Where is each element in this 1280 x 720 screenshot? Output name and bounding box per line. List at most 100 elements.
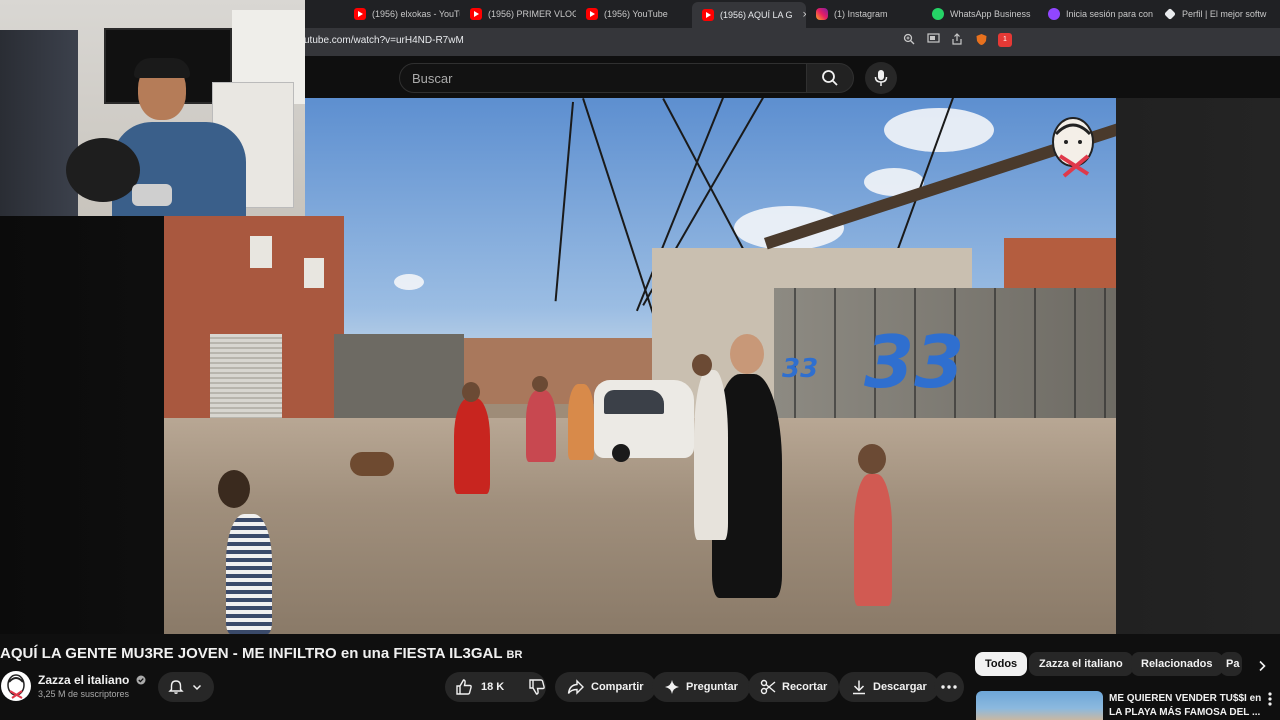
building-window bbox=[250, 236, 272, 268]
tab-current-video[interactable]: (1956) AQUÍ LA G × bbox=[692, 2, 806, 28]
person-head bbox=[218, 470, 250, 508]
share-icon[interactable] bbox=[950, 33, 964, 47]
share-button[interactable]: Compartir bbox=[555, 672, 656, 702]
extension-shield-icon[interactable] bbox=[974, 33, 988, 47]
channel-avatar-icon bbox=[7, 674, 25, 699]
youtube-icon bbox=[470, 8, 482, 20]
youtube-icon bbox=[354, 8, 366, 20]
tab-label: (1956) PRIMER VLOG bbox=[488, 9, 576, 19]
webcam-microphone bbox=[66, 138, 140, 202]
twitch-icon bbox=[1048, 8, 1060, 20]
person-head bbox=[858, 444, 886, 474]
webcam-clothes-rack bbox=[0, 30, 78, 216]
clip-button[interactable]: Recortar bbox=[748, 672, 840, 702]
chip-related[interactable]: Relacionados bbox=[1131, 652, 1223, 676]
search-input[interactable]: Buscar bbox=[399, 63, 807, 93]
tab-twitch-login[interactable]: Inicia sesión para con bbox=[1038, 2, 1154, 26]
subscriber-count: 3,25 M de suscriptores bbox=[38, 689, 130, 699]
tab-whatsapp[interactable]: WhatsApp Business bbox=[922, 2, 1038, 26]
video-cloud bbox=[394, 274, 424, 290]
tab-perfil[interactable]: Perfil | El mejor softw bbox=[1154, 2, 1274, 26]
webcam-streamer-hair bbox=[134, 58, 190, 78]
diamond-icon bbox=[1164, 8, 1176, 20]
chip-partial[interactable]: Pa bbox=[1220, 652, 1242, 676]
ask-button[interactable]: Preguntar bbox=[652, 672, 750, 702]
channel-name[interactable]: Zazza el italiano bbox=[38, 673, 146, 687]
building-window bbox=[304, 258, 324, 288]
tab-elxokas[interactable]: (1956) elxokas - YouTu bbox=[344, 2, 460, 26]
chip-todos[interactable]: Todos bbox=[975, 652, 1028, 676]
webcam-bowl bbox=[132, 184, 172, 206]
youtube-icon bbox=[702, 9, 714, 21]
microphone-icon bbox=[874, 70, 888, 86]
tab-youtube[interactable]: (1956) YouTube bbox=[576, 2, 692, 26]
chevron-right-icon bbox=[1259, 660, 1266, 672]
car-wheel bbox=[612, 444, 630, 462]
verified-icon bbox=[136, 675, 146, 685]
like-count[interactable]: 18 K bbox=[481, 681, 504, 693]
whatsapp-icon bbox=[932, 8, 944, 20]
zoom-icon[interactable] bbox=[902, 33, 916, 47]
brown-dog bbox=[350, 452, 394, 476]
car-window bbox=[604, 390, 664, 414]
woman-red-dress bbox=[454, 398, 490, 494]
tab-label: Perfil | El mejor softw bbox=[1182, 9, 1267, 19]
video-player[interactable]: 33 33 bbox=[164, 98, 1116, 634]
tab-instagram[interactable]: (1) Instagram bbox=[806, 2, 922, 26]
chips-next-button[interactable] bbox=[1252, 656, 1272, 676]
video-title-text: AQUÍ LA GENTE MU3RE JOVEN - ME INFILTRO … bbox=[0, 645, 503, 662]
recommendation-title[interactable]: ME QUIEREN VENDER TU$$I en LA PLAYA MÁS … bbox=[1109, 692, 1269, 720]
tab-label: (1956) YouTube bbox=[604, 9, 668, 19]
scissors-icon bbox=[760, 679, 776, 695]
search-icon bbox=[822, 70, 838, 86]
search-placeholder: Buscar bbox=[412, 70, 453, 86]
download-label: Descargar bbox=[873, 681, 927, 693]
download-button[interactable]: Descargar bbox=[839, 672, 939, 702]
recommendation-thumbnail[interactable] bbox=[976, 691, 1103, 720]
channel-watermark-icon bbox=[1052, 117, 1094, 178]
address-bar-icons: 1 bbox=[902, 33, 1012, 47]
share-label: Compartir bbox=[591, 681, 644, 693]
sparkle-icon bbox=[665, 680, 679, 694]
youtube-icon bbox=[586, 8, 598, 20]
like-dislike-group: 18 K bbox=[445, 672, 546, 702]
tab-label: Inicia sesión para con bbox=[1066, 9, 1154, 19]
dislike-icon[interactable] bbox=[528, 678, 546, 696]
channel-avatar[interactable] bbox=[1, 671, 31, 701]
youtube-watch-screen: (1956) elxokas - YouTu (1956) PRIMER VLO… bbox=[0, 0, 1280, 720]
like-icon[interactable] bbox=[455, 678, 473, 696]
tab-label: (1) Instagram bbox=[834, 9, 888, 19]
more-actions-button[interactable] bbox=[934, 672, 964, 702]
recommendation-menu-icon[interactable] bbox=[1268, 692, 1272, 709]
person-head bbox=[730, 334, 764, 374]
person-head bbox=[532, 376, 548, 392]
child-red-shirt bbox=[854, 474, 892, 606]
instagram-icon bbox=[816, 8, 828, 20]
channel-name-text: Zazza el italiano bbox=[38, 673, 130, 687]
more-horizontal-icon bbox=[941, 685, 957, 689]
clip-label: Recortar bbox=[782, 681, 828, 693]
video-title: AQUÍ LA GENTE MU3RE JOVEN - ME INFILTRO … bbox=[0, 645, 522, 662]
garage-shutter bbox=[210, 334, 282, 424]
tab-label: (1956) AQUÍ LA G bbox=[720, 10, 793, 20]
download-icon bbox=[853, 680, 865, 695]
tab-primer-vlog[interactable]: (1956) PRIMER VLOG bbox=[460, 2, 576, 26]
url-field[interactable]: utube.com/watch?v=urH4ND-R7wM bbox=[304, 35, 464, 46]
graffiti-text-small: 33 bbox=[782, 354, 819, 384]
gray-wall bbox=[334, 334, 464, 418]
chip-channel[interactable]: Zazza el italiano bbox=[1029, 652, 1133, 676]
bell-icon bbox=[168, 680, 184, 694]
man-white-shirt bbox=[694, 370, 728, 540]
webcam-overlay bbox=[0, 0, 305, 216]
search-button[interactable] bbox=[806, 63, 854, 93]
title-flag: BR bbox=[506, 649, 523, 661]
voice-search-button[interactable] bbox=[865, 62, 897, 94]
recommendation-title-line1: ME QUIEREN VENDER TU$$I en bbox=[1109, 693, 1262, 704]
notifications-button[interactable] bbox=[158, 672, 214, 702]
share-arrow-icon bbox=[567, 679, 584, 695]
child-striped-shirt bbox=[226, 514, 272, 634]
extension-badge-icon[interactable]: 1 bbox=[998, 33, 1012, 47]
tab-label: WhatsApp Business bbox=[950, 9, 1031, 19]
man-red-shirt bbox=[526, 390, 556, 462]
cast-icon[interactable] bbox=[926, 33, 940, 47]
